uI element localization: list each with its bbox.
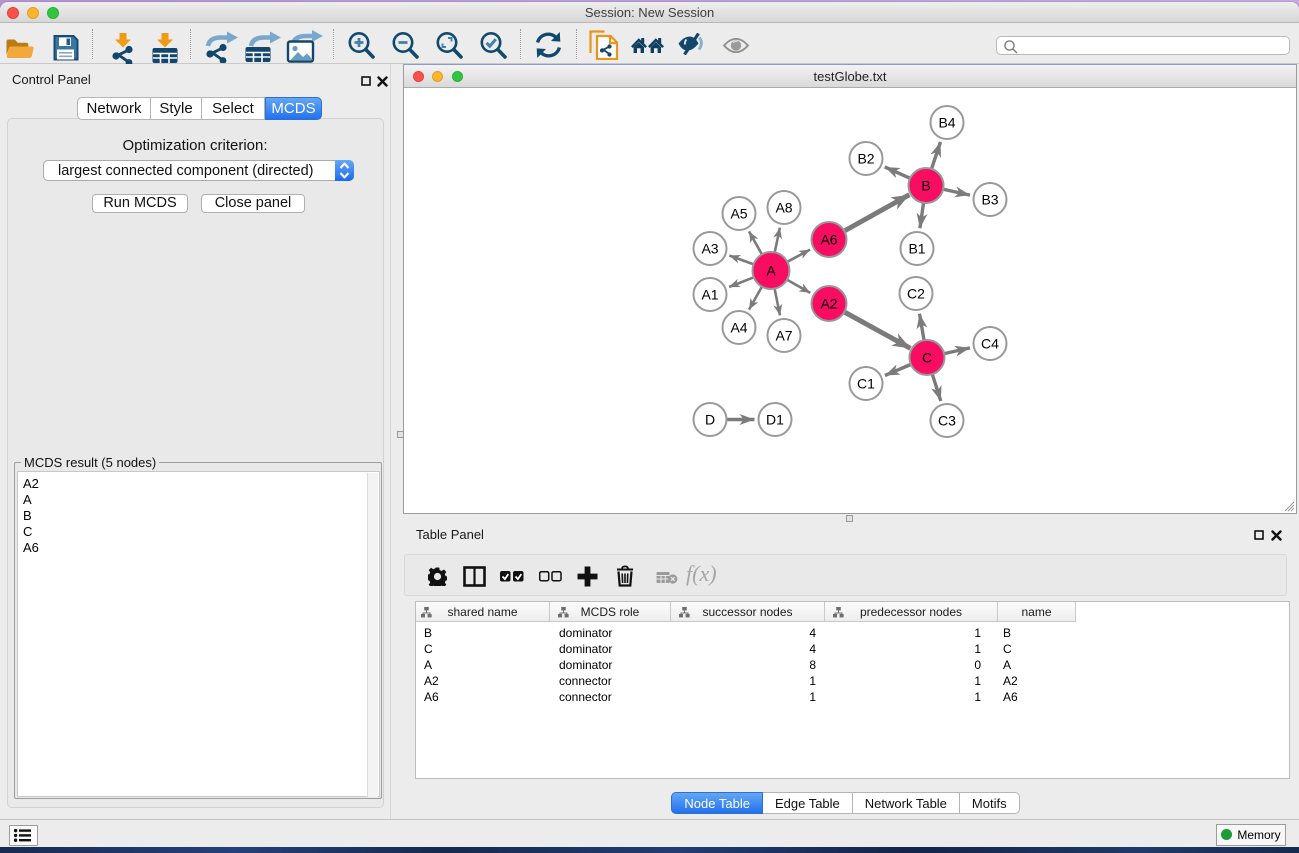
svg-text:C4: C4 (981, 336, 999, 352)
svg-text:A5: A5 (730, 206, 747, 222)
svg-text:D: D (705, 412, 715, 428)
svg-text:A2: A2 (820, 296, 837, 312)
svg-text:A4: A4 (730, 320, 747, 336)
svg-text:D1: D1 (766, 412, 784, 428)
svg-text:A3: A3 (701, 241, 718, 257)
svg-text:C1: C1 (857, 376, 875, 392)
svg-text:B1: B1 (908, 241, 925, 257)
svg-text:A6: A6 (820, 232, 837, 248)
svg-text:C: C (922, 350, 932, 366)
svg-text:B: B (921, 178, 930, 194)
svg-text:A7: A7 (775, 328, 792, 344)
svg-text:B2: B2 (857, 151, 874, 167)
svg-text:B3: B3 (981, 192, 998, 208)
svg-text:B4: B4 (938, 115, 955, 131)
svg-text:A: A (766, 263, 776, 279)
svg-text:C2: C2 (907, 286, 925, 302)
svg-text:C3: C3 (938, 413, 956, 429)
svg-text:A1: A1 (701, 287, 718, 303)
svg-text:A8: A8 (775, 200, 792, 216)
